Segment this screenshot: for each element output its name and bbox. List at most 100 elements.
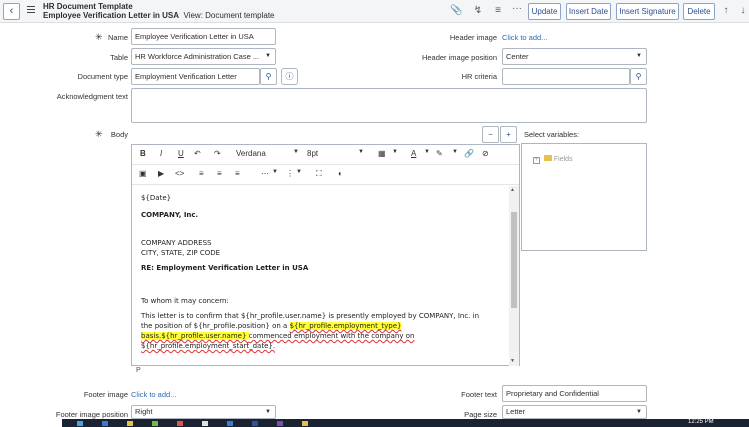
chevron-down-icon[interactable]: ▼ [452,149,458,155]
arrow-up-icon[interactable]: ↑ [720,5,732,16]
chevron-left-icon: ‹ [9,5,14,17]
taskbar-app-icon[interactable] [252,421,258,426]
editor-line: This letter is to confirm that ${hr_prof… [141,312,480,320]
editor-line: RE: Employment Verification Letter in US… [141,264,309,272]
scrollbar-thumb[interactable] [511,212,517,308]
editor-line: COMPANY ADDRESS [141,239,212,247]
editor-line: COMPANY, Inc. [141,211,199,219]
dropdown-arrow-icon: ▼ [636,409,642,415]
align-left-icon[interactable]: ≡ [199,169,204,178]
chevron-down-icon[interactable]: ▼ [392,149,398,155]
contrast-icon[interactable]: ◐ [338,169,343,178]
taskbar-app-icon[interactable] [202,421,208,426]
dropdown-arrow-icon: ▼ [265,409,271,415]
numbered-list-icon[interactable]: ⋮ [286,169,294,178]
table-select[interactable]: HR Workforce Administration Case ... ▼ [131,48,276,65]
image-icon[interactable]: ▣ [139,169,147,178]
arrow-down-icon[interactable]: ↓ [737,5,749,16]
tree-node-fields[interactable]: + Fields [533,155,573,164]
insert-date-button[interactable]: Insert Date [566,3,611,20]
fullscreen-icon[interactable]: ⛶ [316,169,322,179]
editor-line: CITY, STATE, ZIP CODE [141,249,221,257]
taskbar-app-icon[interactable] [127,421,133,426]
font-family-select[interactable]: Verdana [236,149,266,158]
editor-line: ${hr_profile.employment_start_date}. [141,342,276,350]
hr-criteria-label: HR criteria [461,72,497,81]
document-type-label: Document type [77,72,128,81]
chevron-down-icon[interactable]: ▼ [293,149,299,155]
footer-text-label: Footer text [461,390,497,399]
page-size-label: Page size [464,410,497,419]
paperclip-icon[interactable]: 📎 [450,5,462,16]
editor-content[interactable]: ${Date} COMPANY, Inc. COMPANY ADDRESS CI… [132,186,508,366]
delete-button[interactable]: Delete [683,3,715,20]
scroll-up-icon[interactable]: ▲ [510,187,515,193]
page-size-select[interactable]: Letter ▼ [502,405,647,419]
document-type-field[interactable]: Employment Verification Letter [131,68,260,85]
font-size-select[interactable]: 8pt [307,149,318,158]
update-button[interactable]: Update [528,3,561,20]
editor-line: basis.${hr_profile.user.name} commenced … [141,332,415,340]
acknowledgment-textarea[interactable] [131,88,647,123]
taskbar-app-icon[interactable] [102,421,108,426]
footer-image-position-select[interactable]: Right ▼ [131,405,276,419]
undo-icon[interactable]: ↶ [194,149,201,158]
header-image-label: Header image [449,33,497,42]
bullet-list-icon[interactable]: ⋯ [261,169,269,178]
taskbar-app-icon[interactable] [177,421,183,426]
taskbar-app-icon[interactable] [302,421,308,426]
info-icon[interactable]: ⓘ [281,68,298,85]
settings-sliders-icon[interactable]: ≡ [492,5,504,16]
header-image-link[interactable]: Click to add... [502,33,547,42]
align-center-icon[interactable]: ≡ [217,169,222,178]
table-icon[interactable]: ▦ [378,149,386,158]
media-icon[interactable]: ▶ [158,169,164,178]
unlink-icon[interactable]: ⊘ [482,149,489,158]
plus-icon[interactable]: + [500,126,517,143]
taskbar-app-icon[interactable] [152,421,158,426]
redo-icon[interactable]: ↷ [214,149,221,158]
chevron-down-icon[interactable]: ▼ [296,169,302,175]
footer-image-label: Footer image [83,390,128,399]
editor-scrollbar[interactable]: ▲ ▼ [509,186,519,366]
text-color-icon[interactable]: A [411,149,416,158]
table-label: Table [110,53,128,62]
os-taskbar: 12:25 PM [62,419,749,427]
editor-line: the position of ${hr_profile.position} o… [141,322,402,330]
chevron-down-icon[interactable]: ▼ [424,149,430,155]
italic-icon[interactable]: I [160,149,162,158]
header-image-position-select[interactable]: Center ▼ [502,48,647,65]
footer-image-link[interactable]: Click to add... [131,390,176,399]
scroll-down-icon[interactable]: ▼ [510,358,515,364]
taskbar-app-icon[interactable] [227,421,233,426]
chevron-down-icon[interactable]: ▼ [272,169,278,175]
underline-icon[interactable]: U [178,149,184,158]
page-title: HR Document Template [43,2,133,11]
name-label: Name [107,33,128,42]
menu-icon[interactable] [27,6,35,14]
highlight-icon[interactable]: ✎ [436,149,443,158]
form-header: ‹ HR Document Template Employee Verifica… [0,0,749,23]
back-button[interactable]: ‹ [3,3,20,20]
align-right-icon[interactable]: ≡ [235,169,240,178]
taskbar-app-icon[interactable] [77,421,83,426]
acknowledgment-label: Acknowledgment text [56,92,128,101]
taskbar-app-icon[interactable] [277,421,283,426]
editor-toolbar-2: ▣ ▶ <> ≡ ≡ ≡ ⋯ ▼ ⋮ ▼ ⛶ ◐ [132,165,519,185]
dropdown-arrow-icon: ▼ [636,53,642,59]
activity-icon[interactable]: ↯ [472,5,484,16]
name-field[interactable]: Employee Verification Letter in USA [131,28,276,45]
insert-signature-button[interactable]: Insert Signature [616,3,679,20]
more-options-icon[interactable]: ··· [511,3,523,14]
hr-criteria-field[interactable] [502,68,630,85]
bold-icon[interactable]: B [140,149,146,158]
search-icon[interactable]: ⚲ [260,68,277,85]
link-icon[interactable]: 🔗 [464,149,474,158]
footer-image-position-label: Footer image position [55,410,128,419]
minus-icon[interactable]: − [482,126,499,143]
footer-text-field[interactable]: Proprietary and Confidential [502,385,647,402]
search-icon[interactable]: ⚲ [630,68,647,85]
code-icon[interactable]: <> [175,169,184,178]
expand-icon[interactable]: + [533,157,540,164]
chevron-down-icon[interactable]: ▼ [358,149,364,155]
